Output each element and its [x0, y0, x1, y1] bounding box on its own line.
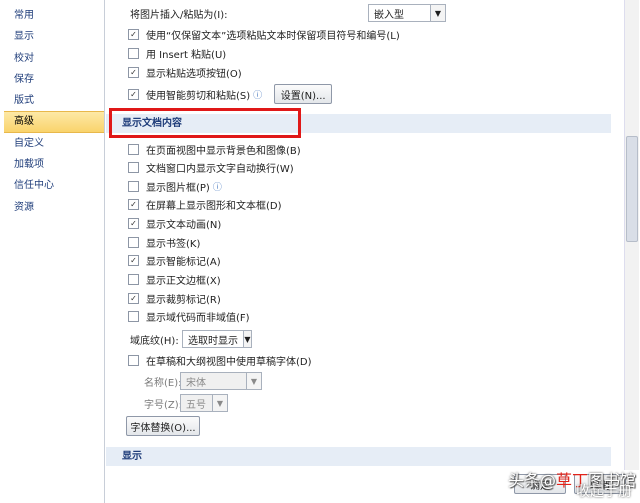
checkbox[interactable]: ✓: [128, 217, 139, 229]
option-label: 显示书签(K): [146, 238, 201, 250]
keep-bullets-row[interactable]: ✓ 使用“仅保留文本”选项粘贴文本时保留项目符号和编号(L): [128, 25, 400, 43]
font-size-select[interactable]: 五号 ▼: [180, 394, 228, 412]
insert-key-label: 用 Insert 粘贴(U): [146, 49, 227, 61]
sidebar-item-proofing[interactable]: 校对: [4, 48, 104, 69]
watermark-part-1: 头条: [507, 471, 540, 490]
option-label: 显示正文边框(X): [146, 275, 221, 287]
scrollbar-thumb[interactable]: [626, 136, 638, 242]
option-label: 文档窗口内显示文字自动换行(W): [146, 163, 294, 175]
advanced-options-pane: 将图片插入/粘贴为(I): 嵌入型 ▼ ✓ 使用“仅保留文本”选项粘贴文本时保留…: [106, 0, 624, 503]
checkbox[interactable]: ✓: [128, 28, 139, 40]
sidebar-item-display[interactable]: 显示: [4, 26, 104, 47]
sidebar-item-resources[interactable]: 资源: [4, 197, 104, 218]
option-row-wrap[interactable]: 文档窗口内显示文字自动换行(W): [128, 158, 294, 176]
sidebar-item-layout[interactable]: 版式: [4, 90, 104, 111]
checkbox[interactable]: ✓: [128, 254, 139, 266]
checkbox[interactable]: [128, 180, 139, 192]
checkbox[interactable]: ✓: [128, 292, 139, 304]
font-size-value: 五号: [186, 399, 206, 411]
field-shading-select[interactable]: 选取时显示 ▼: [182, 330, 252, 348]
watermark-at: @: [539, 471, 556, 490]
info-icon: ⓘ: [253, 90, 263, 101]
option-label: 显示裁剪标记(R): [146, 294, 221, 306]
chevron-down-icon: ▼: [246, 373, 261, 389]
show-paste-options-row[interactable]: ✓ 显示粘贴选项按钮(O): [128, 63, 242, 81]
chevron-down-icon: ▼: [212, 395, 227, 411]
option-label: 显示域代码而非域值(F): [146, 312, 250, 324]
font-name-select[interactable]: 宋体 ▼: [180, 372, 262, 390]
sidebar-item-save[interactable]: 保存: [4, 69, 104, 90]
word-options-dialog: 常用 显示 校对 保存 版式 高级 自定义 加载项 信任中心 资源 将图片插入/…: [0, 0, 640, 503]
font-sub-row: 字体替换(O)...: [126, 416, 200, 436]
font-name-row: 名称(E): 宋体 ▼: [144, 371, 262, 391]
sidebar-item-customize[interactable]: 自定义: [4, 133, 104, 154]
chevron-down-icon: ▼: [430, 5, 445, 21]
chevron-down-icon: ▼: [243, 331, 251, 347]
option-label: 显示文本动画(N): [146, 219, 222, 231]
checkbox[interactable]: ✓: [128, 88, 139, 100]
options-sidebar: 常用 显示 校对 保存 版式 高级 自定义 加载项 信任中心 资源: [4, 0, 105, 503]
smart-cut-label: 使用智能剪切和粘贴(S): [146, 90, 251, 102]
insert-key-row[interactable]: 用 Insert 粘贴(U): [128, 44, 226, 62]
keep-bullets-label: 使用“仅保留文本”选项粘贴文本时保留项目符号和编号(L): [146, 30, 400, 42]
smart-cut-row: ✓ 使用智能剪切和粘贴(S) ⓘ 设置(N)...: [128, 83, 333, 105]
section-header-display: 显示: [106, 447, 611, 466]
sidebar-item-advanced[interactable]: 高级: [4, 111, 104, 133]
field-shading-label: 域底纹(H):: [130, 335, 179, 347]
option-label: 显示图片框(P): [146, 182, 210, 194]
checkbox[interactable]: [128, 310, 139, 322]
option-label: 在屏幕上显示图形和文本框(D): [146, 200, 282, 212]
insert-paste-select[interactable]: 嵌入型 ▼: [368, 4, 446, 22]
font-size-row: 字号(Z): 五号 ▼: [144, 393, 228, 413]
checkbox[interactable]: [128, 354, 139, 366]
checkbox[interactable]: ✓: [128, 198, 139, 210]
checkbox[interactable]: [128, 143, 139, 155]
option-row-bookmarks[interactable]: 显示书签(K): [128, 233, 200, 251]
sidebar-item-general[interactable]: 常用: [4, 5, 104, 26]
checkbox[interactable]: [128, 273, 139, 285]
option-row-background[interactable]: 在页面视图中显示背景色和图像(B): [128, 140, 301, 158]
option-row-text-boundaries[interactable]: 显示正文边框(X): [128, 270, 221, 288]
checkbox[interactable]: [128, 236, 139, 248]
draft-font-label: 在草稿和大纲视图中使用草稿字体(D): [146, 356, 312, 368]
highlight-box: [109, 108, 301, 138]
draft-font-row[interactable]: 在草稿和大纲视图中使用草稿字体(D): [128, 351, 312, 369]
info-icon: ⓘ: [212, 182, 222, 193]
field-shading-value: 选取时显示: [188, 335, 238, 347]
insert-paste-value: 嵌入型: [374, 9, 404, 21]
font-size-label: 字号(Z):: [144, 399, 183, 411]
checkbox[interactable]: ✓: [128, 66, 139, 78]
settings-button[interactable]: 设置(N)...: [274, 84, 333, 104]
field-shading-row: 域底纹(H): 选取时显示 ▼: [130, 329, 252, 349]
watermark-subtitle: 收起手册: [576, 484, 632, 500]
font-substitution-button[interactable]: 字体替换(O)...: [126, 416, 200, 436]
insert-paste-label: 将图片插入/粘贴为(I):: [130, 9, 228, 21]
option-row-text-animation[interactable]: ✓ 显示文本动画(N): [128, 214, 221, 232]
checkbox[interactable]: [128, 47, 139, 59]
option-label: 显示智能标记(A): [146, 256, 221, 268]
checkbox[interactable]: [128, 161, 139, 173]
option-row-field-codes[interactable]: 显示域代码而非域值(F): [128, 307, 250, 325]
sidebar-item-trust-center[interactable]: 信任中心: [4, 175, 104, 196]
option-row-smart-tags[interactable]: ✓ 显示智能标记(A): [128, 251, 221, 269]
option-row-picture-placeholders[interactable]: 显示图片框(P) ⓘ: [128, 177, 222, 195]
font-name-value: 宋体: [186, 377, 206, 389]
option-row-drawings[interactable]: ✓ 在屏幕上显示图形和文本框(D): [128, 195, 282, 213]
insert-paste-row: 将图片插入/粘贴为(I): 嵌入型 ▼: [130, 4, 446, 22]
option-row-crop-marks[interactable]: ✓ 显示裁剪标记(R): [128, 289, 221, 307]
option-label: 在页面视图中显示背景色和图像(B): [146, 145, 301, 157]
sidebar-item-addins[interactable]: 加载项: [4, 154, 104, 175]
show-paste-options-label: 显示粘贴选项按钮(O): [146, 68, 242, 80]
font-name-label: 名称(E):: [144, 377, 182, 389]
